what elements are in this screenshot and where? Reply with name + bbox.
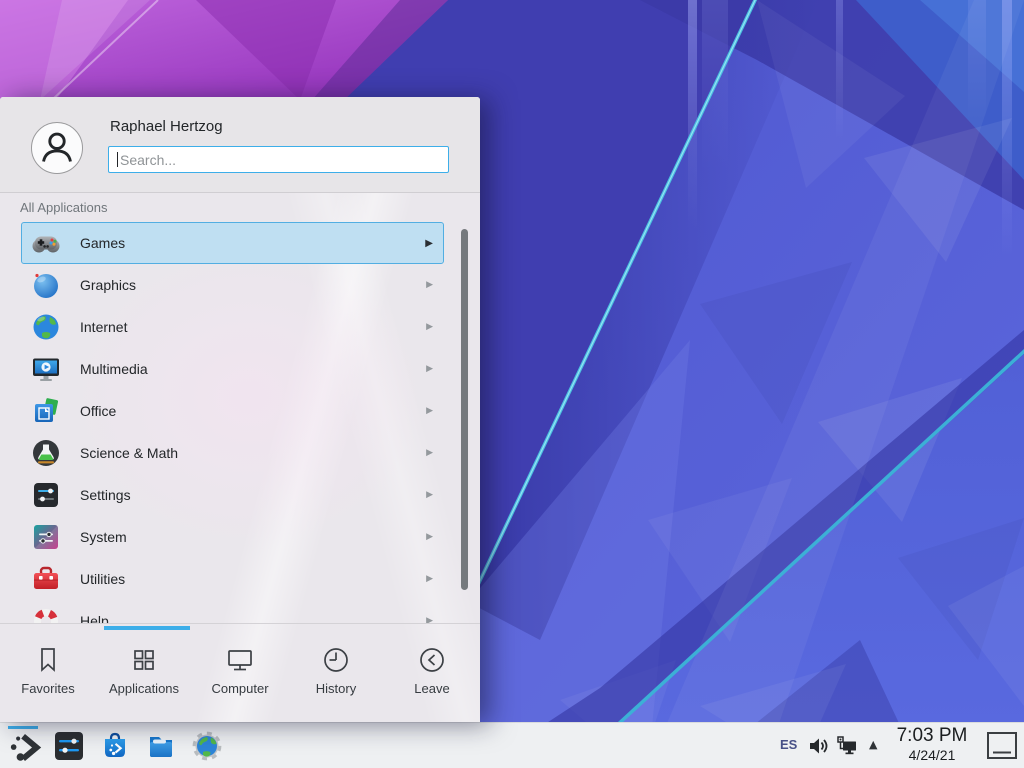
computer-icon <box>225 645 255 675</box>
file-manager-icon <box>145 730 177 762</box>
chevron-right-icon: ▶ <box>426 448 433 458</box>
keyboard-layout-indicator[interactable]: ES <box>780 737 797 752</box>
category-list: Games ▶ Graphics ▶ <box>0 222 480 623</box>
file-manager-taskbar-button[interactable] <box>145 730 177 762</box>
chevron-right-icon: ▶ <box>426 532 433 542</box>
clock-date: 4/24/21 <box>884 747 980 763</box>
launcher-header: Raphael Hertzog <box>0 97 480 193</box>
section-label: All Applications <box>20 200 107 215</box>
category-label: Utilities <box>80 571 125 587</box>
gamepad-icon <box>30 227 62 259</box>
category-label: Games <box>80 235 125 251</box>
chevron-right-icon: ▶ <box>426 574 433 584</box>
discover-taskbar-button[interactable] <box>99 730 131 762</box>
category-label: Help <box>80 613 109 623</box>
sphere-icon <box>30 269 62 301</box>
category-help[interactable]: Help ▶ <box>21 600 444 623</box>
chevron-right-icon: ▶ <box>426 616 433 623</box>
tab-leave[interactable]: Leave <box>384 624 480 722</box>
category-label: Office <box>80 403 116 419</box>
category-label: Multimedia <box>80 361 148 377</box>
category-graphics[interactable]: Graphics ▶ <box>21 264 444 306</box>
tab-applications[interactable]: Applications <box>96 624 192 722</box>
sliders-icon <box>30 479 62 511</box>
clock-icon <box>321 645 351 675</box>
volume-icon <box>807 735 829 757</box>
grid-icon <box>129 645 159 675</box>
discover-icon <box>99 730 131 762</box>
network-tray-button[interactable] <box>836 735 858 757</box>
category-settings[interactable]: Settings ▶ <box>21 474 444 516</box>
category-multimedia[interactable]: Multimedia ▶ <box>21 348 444 390</box>
tab-favorites[interactable]: Favorites <box>0 624 96 722</box>
category-science-math[interactable]: Science & Math ▶ <box>21 432 444 474</box>
bookmark-icon <box>33 645 63 675</box>
monitor-play-icon <box>30 353 62 385</box>
system-sliders-icon <box>30 521 62 553</box>
system-settings-taskbar-button[interactable] <box>53 730 85 762</box>
web-browser-icon <box>191 730 223 762</box>
chevron-right-icon: ▶ <box>426 280 433 290</box>
show-desktop-button[interactable] <box>986 731 1018 760</box>
category-label: System <box>80 529 127 545</box>
user-avatar[interactable] <box>31 122 83 174</box>
category-utilities[interactable]: Utilities ▶ <box>21 558 444 600</box>
category-label: Science & Math <box>80 445 178 461</box>
expand-tray-arrow-icon[interactable]: ▲ <box>869 738 877 751</box>
category-office[interactable]: Office ▶ <box>21 390 444 432</box>
search-input[interactable] <box>108 146 449 173</box>
chevron-right-icon: ▶ <box>426 322 433 332</box>
show-desktop-icon <box>986 731 1018 760</box>
category-internet[interactable]: Internet ▶ <box>21 306 444 348</box>
category-label: Settings <box>80 487 131 503</box>
tab-history[interactable]: History <box>288 624 384 722</box>
toolbox-icon <box>30 563 62 595</box>
list-scrollbar[interactable] <box>461 229 468 590</box>
chevron-right-icon: ▶ <box>425 238 433 249</box>
kickoff-launcher-icon <box>6 730 42 766</box>
user-name: Raphael Hertzog <box>110 118 223 135</box>
chevron-right-icon: ▶ <box>426 490 433 500</box>
globe-icon <box>30 311 62 343</box>
category-label: Internet <box>80 319 127 335</box>
flask-icon <box>30 437 62 469</box>
taskbar: ES ▲ 7:03 PM 4/24/21 <box>0 722 1024 768</box>
chevron-right-icon: ▶ <box>426 364 433 374</box>
volume-tray-button[interactable] <box>807 735 829 757</box>
category-system[interactable]: System ▶ <box>21 516 444 558</box>
category-games[interactable]: Games ▶ <box>21 222 444 264</box>
web-browser-taskbar-button[interactable] <box>191 730 223 762</box>
application-launcher-menu: Raphael Hertzog All Applications G <box>0 97 480 722</box>
clock-time: 7:03 PM <box>884 725 980 747</box>
launcher-tab-bar: Favorites Applications Computer <box>0 623 480 722</box>
digital-clock[interactable]: 7:03 PM 4/24/21 <box>884 725 980 763</box>
launcher-active-indicator <box>8 726 38 729</box>
tab-computer[interactable]: Computer <box>192 624 288 722</box>
active-tab-indicator <box>104 626 190 630</box>
system-settings-icon <box>53 730 85 762</box>
leave-circle-icon <box>417 645 447 675</box>
application-launcher-button[interactable] <box>4 725 42 767</box>
chevron-right-icon: ▶ <box>426 406 433 416</box>
category-label: Graphics <box>80 277 136 293</box>
wired-network-icon <box>836 735 858 757</box>
text-caret <box>117 152 118 167</box>
documents-icon <box>30 395 62 427</box>
lifebuoy-icon <box>30 605 62 623</box>
